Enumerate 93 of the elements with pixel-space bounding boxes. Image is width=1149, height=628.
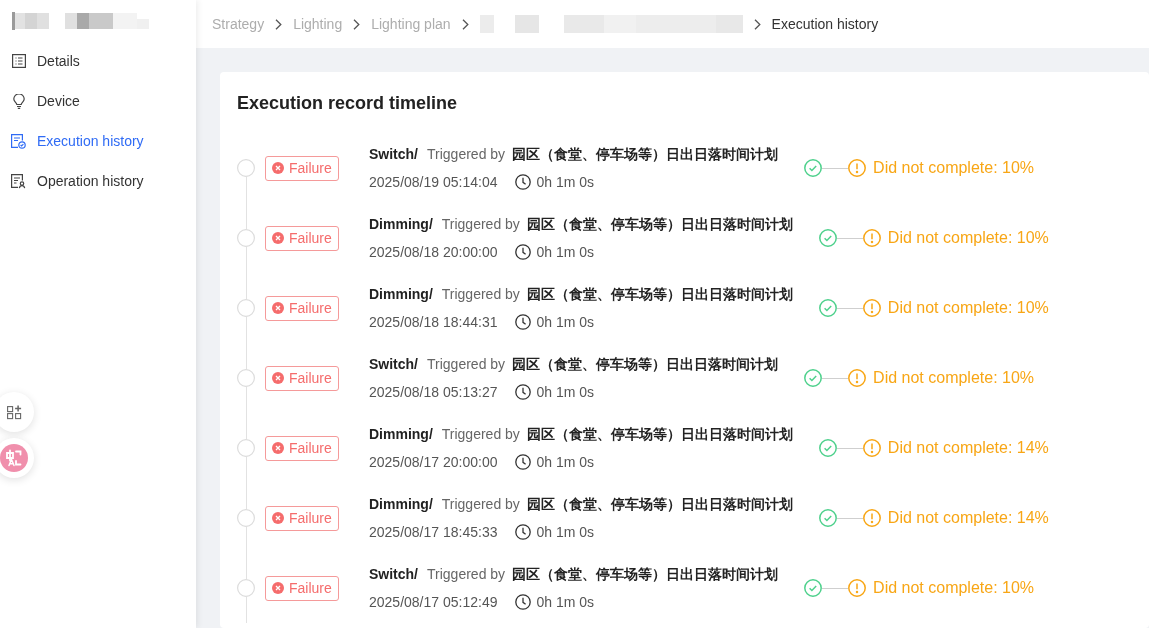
record-time: 2025/08/19 05:14:04 (369, 173, 498, 192)
trigger-label: Triggered by (427, 355, 506, 374)
sidebar-item[interactable]: Device (0, 81, 196, 121)
plan-name: 园区（食堂、停车场等）日出日落时间计划 (526, 285, 793, 304)
record-type: Dimming/ (369, 285, 433, 304)
clock-icon (515, 174, 532, 190)
card-title: Execution record timeline (237, 92, 459, 114)
record-type: Switch/ (369, 565, 418, 584)
trigger-label: Triggered by (441, 285, 520, 304)
progress-status-text: Did not complete: 10% (873, 579, 1035, 597)
record-type: Switch/ (369, 145, 418, 164)
status-label: Failure (289, 580, 332, 596)
exclamation-circle-icon (848, 579, 867, 597)
check-circle-icon (818, 439, 837, 457)
document-check-icon (11, 133, 26, 149)
record-time: 2025/08/18 18:44:31 (369, 313, 498, 332)
chevron-right-icon (275, 18, 283, 30)
status-label: Failure (289, 370, 332, 386)
chevron-right-icon (353, 18, 361, 30)
record-type: Dimming/ (369, 425, 433, 444)
exclamation-circle-icon (848, 369, 867, 387)
record-time: 2025/08/17 18:45:33 (369, 523, 498, 542)
progress-status-text: Did not complete: 10% (887, 229, 1049, 247)
status-label: Failure (289, 230, 332, 246)
x-circle-icon (272, 302, 284, 314)
plan-name: 园区（食堂、停车场等）日出日落时间计划 (526, 495, 793, 514)
progress-status-text: Did not complete: 10% (887, 299, 1049, 317)
check-circle-icon (804, 159, 823, 177)
sidebar-item[interactable]: Execution history (0, 121, 196, 161)
x-circle-icon (272, 372, 284, 384)
clock-icon (515, 244, 532, 260)
progress-status-text: Did not complete: 10% (873, 369, 1035, 387)
record-type: Dimming/ (369, 215, 433, 234)
duration-text: 0h 1m 0s (536, 173, 595, 192)
check-circle-icon (818, 509, 837, 527)
progress-status-text: Did not complete: 10% (873, 159, 1035, 177)
status-label: Failure (289, 300, 332, 316)
clock-icon (515, 594, 532, 610)
plan-name: 园区（食堂、停车场等）日出日落时间计划 (512, 355, 779, 374)
record-time: 2025/08/18 20:00:00 (369, 243, 498, 262)
check-circle-icon (804, 579, 823, 597)
chevron-right-icon (461, 18, 469, 30)
check-circle-icon (804, 369, 823, 387)
record-type: Switch/ (369, 355, 418, 374)
clock-icon (515, 314, 532, 330)
clock-icon (515, 524, 532, 540)
trigger-label: Triggered by (441, 215, 520, 234)
record-type: Dimming/ (369, 495, 433, 514)
x-circle-icon (272, 442, 284, 454)
plan-name: 园区（食堂、停车场等）日出日落时间计划 (526, 215, 793, 234)
plan-name: 园区（食堂、停车场等）日出日落时间计划 (512, 145, 779, 164)
exclamation-circle-icon (862, 299, 881, 317)
plan-name: 园区（食堂、停车场等）日出日落时间计划 (512, 565, 779, 584)
trigger-label: Triggered by (427, 145, 506, 164)
exclamation-circle-icon (862, 229, 881, 247)
translate-icon (0, 444, 28, 472)
status-label: Failure (289, 440, 332, 456)
list-document-icon (11, 54, 26, 68)
record-time: 2025/08/17 20:00:00 (369, 453, 498, 472)
chevron-right-icon (753, 18, 761, 30)
duration-text: 0h 1m 0s (536, 313, 595, 332)
lightbulb-icon (12, 93, 25, 109)
trigger-label: Triggered by (427, 565, 506, 584)
x-circle-icon (272, 232, 284, 244)
breadcrumb-current: Execution history (771, 16, 879, 32)
clock-icon (515, 454, 532, 470)
trigger-label: Triggered by (441, 425, 520, 444)
exclamation-circle-icon (862, 439, 881, 457)
document-person-icon (11, 173, 26, 189)
progress-status-text: Did not complete: 14% (887, 439, 1049, 457)
grid-plus-icon (6, 404, 22, 420)
plan-name: 园区（食堂、停车场等）日出日落时间计划 (526, 425, 793, 444)
x-circle-icon (272, 512, 284, 524)
progress-status-text: Did not complete: 14% (887, 509, 1049, 527)
record-time: 2025/08/17 05:12:49 (369, 593, 498, 612)
exclamation-circle-icon (848, 159, 867, 177)
duration-text: 0h 1m 0s (536, 243, 595, 262)
x-circle-icon (272, 582, 284, 594)
x-circle-icon (272, 162, 284, 174)
clock-icon (515, 384, 532, 400)
check-circle-icon (818, 299, 837, 317)
duration-text: 0h 1m 0s (536, 593, 595, 612)
sidebar-item[interactable]: Details (0, 41, 196, 81)
duration-text: 0h 1m 0s (536, 383, 595, 402)
status-label: Failure (289, 510, 332, 526)
trigger-label: Triggered by (441, 495, 520, 514)
exclamation-circle-icon (862, 509, 881, 527)
record-time: 2025/08/18 05:13:27 (369, 383, 498, 402)
check-circle-icon (818, 229, 837, 247)
sidebar-item[interactable]: Operation history (0, 161, 196, 201)
duration-text: 0h 1m 0s (536, 453, 595, 472)
status-label: Failure (289, 160, 332, 176)
duration-text: 0h 1m 0s (536, 523, 595, 542)
